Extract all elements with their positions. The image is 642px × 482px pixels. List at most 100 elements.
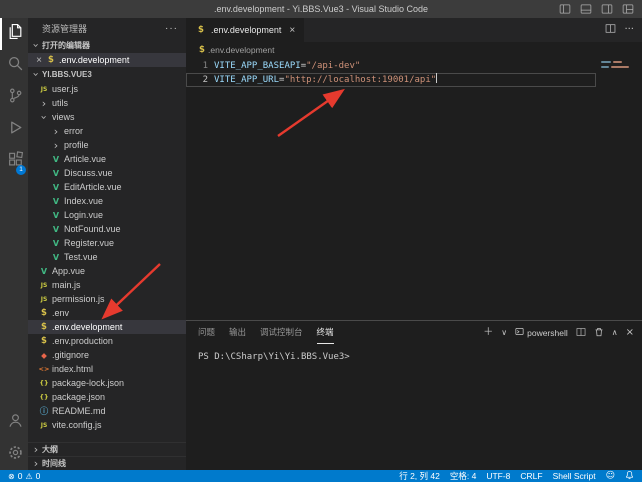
tree-item-views[interactable]: ›views xyxy=(28,110,186,124)
toggle-sidebar-icon[interactable] xyxy=(559,3,571,15)
terminal[interactable]: PS D:\CSharp\Yi\Yi.BBS.Vue3> xyxy=(186,344,642,362)
split-editor-icon[interactable] xyxy=(605,21,616,39)
breadcrumb[interactable]: $ .env.development xyxy=(186,42,642,57)
tree-item-label: .env.development xyxy=(52,322,122,332)
panel-tabs: 问题输出调试控制台终端 xyxy=(198,321,334,344)
extensions-badge: 1 xyxy=(16,165,26,175)
error-count: 0 xyxy=(18,471,23,481)
tree-item-Article.vue[interactable]: VArticle.vue xyxy=(28,152,186,166)
tree-item-.env.production[interactable]: $.env.production xyxy=(28,334,186,348)
tree-item-Login.vue[interactable]: VLogin.vue xyxy=(28,208,186,222)
tree-item-label: Article.vue xyxy=(64,154,106,164)
editor-more-actions-icon[interactable]: ··· xyxy=(624,25,634,35)
activity-extensions[interactable]: 1 xyxy=(0,146,28,178)
status-item-空格: 4[interactable]: 空格: 4 xyxy=(450,470,476,482)
tree-item-Index.vue[interactable]: VIndex.vue xyxy=(28,194,186,208)
line-content: VITE_APP_BASEAPI="/api-dev" xyxy=(214,59,360,73)
code-line-1[interactable]: 1VITE_APP_BASEAPI="/api-dev" xyxy=(186,59,596,73)
bottom-panel: 问题输出调试控制台终端 ＋ ∨ powershell ∧ × PS D:\CSh… xyxy=(186,320,642,470)
sidebar-section-大纲[interactable]: ›大纲 xyxy=(28,442,186,456)
tree-item-label: .env xyxy=(52,308,69,318)
open-editors-header[interactable]: › 打开的编辑器 xyxy=(28,38,186,53)
status-item-行 2, 列 42[interactable]: 行 2, 列 42 xyxy=(399,470,440,482)
tree-item-App.vue[interactable]: VApp.vue xyxy=(28,264,186,278)
env-file-icon: $ xyxy=(38,336,50,346)
code-line-2[interactable]: 2VITE_APP_URL="http://localhost:19001/ap… xyxy=(186,73,596,87)
status-item-UTF-8[interactable]: UTF-8 xyxy=(486,471,510,481)
activity-explorer[interactable] xyxy=(0,18,28,50)
tree-item-Discuss.vue[interactable]: VDiscuss.vue xyxy=(28,166,186,180)
tree-item-NotFound.vue[interactable]: VNotFound.vue xyxy=(28,222,186,236)
code-editor[interactable]: 1VITE_APP_BASEAPI="/api-dev"2VITE_APP_UR… xyxy=(186,57,642,320)
tree-item-.env[interactable]: $.env xyxy=(28,306,186,320)
tree-item-label: NotFound.vue xyxy=(64,224,121,234)
titlebar-layout-controls xyxy=(559,0,634,18)
activity-source-control[interactable] xyxy=(0,82,28,114)
account-icon[interactable] xyxy=(0,404,28,436)
tree-item-package.json[interactable]: {}package.json xyxy=(28,390,186,404)
tree-item-EditArticle.vue[interactable]: VEditArticle.vue xyxy=(28,180,186,194)
problems-indicator[interactable]: ⊗ 0 ⚠ 0 xyxy=(8,471,40,481)
kill-terminal-icon[interactable] xyxy=(594,324,604,342)
terminal-profile[interactable]: powershell xyxy=(515,327,568,338)
line-number: 2 xyxy=(186,73,214,87)
tree-item-label: Test.vue xyxy=(64,252,98,262)
activity-search[interactable] xyxy=(0,50,28,82)
env-file-icon: $ xyxy=(196,45,208,55)
terminal-profile-label: powershell xyxy=(527,328,568,338)
status-right-items: 行 2, 列 42空格: 4UTF-8CRLFShell Script xyxy=(399,470,595,482)
maximize-panel-icon[interactable]: ∧ xyxy=(612,329,618,337)
tree-item-profile[interactable]: ›profile xyxy=(28,138,186,152)
project-root-header[interactable]: › YI.BBS.VUE3 xyxy=(28,67,186,82)
sidebar-section-时间线[interactable]: ›时间线 xyxy=(28,456,186,470)
panel-tab-问题[interactable]: 问题 xyxy=(198,321,215,344)
minimap-line xyxy=(601,66,639,68)
split-terminal-icon[interactable] xyxy=(576,324,586,342)
tab-close-icon[interactable]: × xyxy=(289,25,295,36)
vue-file-icon: V xyxy=(50,183,62,192)
tab-env-development[interactable]: $ .env.development × xyxy=(186,18,304,42)
tree-item-vite.config.js[interactable]: JSvite.config.js xyxy=(28,418,186,432)
toggle-secondary-sidebar-icon[interactable] xyxy=(601,3,613,15)
tree-item-index.html[interactable]: <>index.html xyxy=(28,362,186,376)
tree-item-README.md[interactable]: ⓘREADME.md xyxy=(28,404,186,418)
new-terminal-icon[interactable]: ＋ xyxy=(483,328,493,338)
line-number: 1 xyxy=(186,59,214,73)
settings-gear-icon[interactable] xyxy=(0,436,28,468)
tree-item-label: Index.vue xyxy=(64,196,103,206)
tree-item-.env.development[interactable]: $.env.development xyxy=(28,320,186,334)
tree-item-package-lock.json[interactable]: {}package-lock.json xyxy=(28,376,186,390)
toggle-panel-icon[interactable] xyxy=(580,3,592,15)
activity-run-debug[interactable] xyxy=(0,114,28,146)
panel-tab-终端[interactable]: 终端 xyxy=(317,321,334,344)
close-panel-icon[interactable]: × xyxy=(626,328,634,338)
tree-item-error[interactable]: ›error xyxy=(28,124,186,138)
customize-layout-icon[interactable] xyxy=(622,3,634,15)
notifications-bell-icon[interactable] xyxy=(625,470,634,482)
env-file-icon: $ xyxy=(195,25,207,35)
tree-item-.gitignore[interactable]: ◆.gitignore xyxy=(28,348,186,362)
error-icon: ⊗ xyxy=(8,472,15,481)
env-file-icon: $ xyxy=(38,308,50,318)
panel-tab-调试控制台[interactable]: 调试控制台 xyxy=(260,321,303,344)
feedback-smiley-icon[interactable]: ☺ xyxy=(606,471,615,481)
tree-item-label: utils xyxy=(52,98,68,108)
tree-item-main.js[interactable]: JSmain.js xyxy=(28,278,186,292)
run-debug-icon xyxy=(7,119,24,141)
token-var: VITE_APP_URL xyxy=(214,75,279,85)
tree-item-Test.vue[interactable]: VTest.vue xyxy=(28,250,186,264)
terminal-prompt: PS D:\CSharp\Yi\Yi.BBS.Vue3> xyxy=(198,352,350,362)
tree-item-utils[interactable]: ›utils xyxy=(28,96,186,110)
status-item-CRLF[interactable]: CRLF xyxy=(520,471,542,481)
status-item-Shell Script[interactable]: Shell Script xyxy=(553,471,596,481)
panel-tab-输出[interactable]: 输出 xyxy=(229,321,246,344)
tree-item-permission.js[interactable]: JSpermission.js xyxy=(28,292,186,306)
tree-item-user.js[interactable]: JSuser.js xyxy=(28,82,186,96)
tree-item-Register.vue[interactable]: VRegister.vue xyxy=(28,236,186,250)
explorer-more-actions-icon[interactable]: ··· xyxy=(165,23,178,34)
env-file-icon: $ xyxy=(45,55,57,65)
close-editor-icon[interactable]: × xyxy=(33,55,45,66)
terminal-dropdown-icon[interactable]: ∨ xyxy=(501,329,507,337)
minimap[interactable] xyxy=(598,57,642,320)
open-editor-.env.development[interactable]: ×$.env.development xyxy=(28,53,186,67)
